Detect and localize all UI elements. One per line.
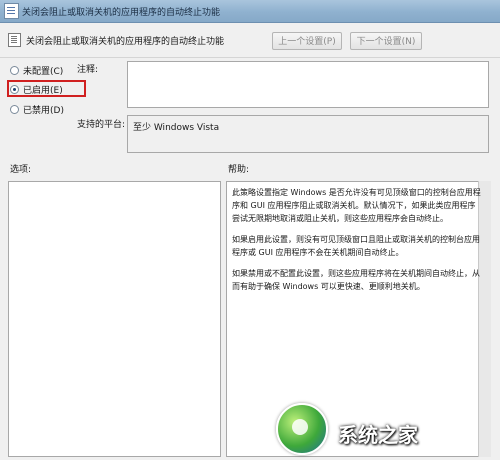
help-paragraph-2: 如果启用此设置，则没有可见顶级窗口且阻止或取消关机的控制台应用程序或 GUI 应… bbox=[232, 235, 480, 257]
options-label: 选项: bbox=[10, 165, 32, 175]
watermark-logo-icon bbox=[276, 403, 328, 455]
radio-not-configured[interactable]: 未配置(C) bbox=[10, 63, 63, 77]
radio-not-configured-label: 未配置(C) bbox=[23, 66, 64, 77]
previous-setting-button[interactable]: 上一个设置(P) bbox=[272, 32, 342, 50]
comment-label: 注释: bbox=[77, 65, 99, 75]
policy-setting-icon bbox=[8, 33, 21, 47]
platform-value: 至少 Windows Vista bbox=[133, 123, 220, 133]
window-title: 关闭会阻止或取消关机的应用程序的自动终止功能 bbox=[22, 8, 221, 18]
radio-not-configured-icon[interactable] bbox=[10, 65, 19, 75]
watermark: 系统之家 bbox=[268, 397, 500, 460]
help-paragraph-1: 此策略设置指定 Windows 是否允许没有可见顶级窗口的控制台应用程序和 GU… bbox=[232, 188, 481, 223]
watermark-text: 系统之家 bbox=[338, 423, 418, 447]
help-text: 此策略设置指定 Windows 是否允许没有可见顶级窗口的控制台应用程序和 GU… bbox=[232, 186, 482, 301]
comment-textarea[interactable] bbox=[127, 61, 489, 108]
policy-header: 关闭会阻止或取消关机的应用程序的自动终止功能 上一个设置(P) 下一个设置(N) bbox=[0, 25, 500, 58]
policy-app-icon bbox=[4, 3, 19, 19]
platform-label: 支持的平台: bbox=[77, 120, 126, 130]
help-label: 帮助: bbox=[228, 165, 250, 175]
title-bar: 关闭会阻止或取消关机的应用程序的自动终止功能 bbox=[0, 0, 500, 23]
radio-disabled-label: 已禁用(D) bbox=[23, 105, 64, 116]
radio-disabled[interactable]: 已禁用(D) bbox=[10, 102, 64, 116]
help-paragraph-3: 如果禁用或不配置此设置，则这些应用程序将在关机期间自动终止，从而有助于确保 Wi… bbox=[232, 269, 480, 291]
options-panel bbox=[8, 181, 221, 457]
red-highlight-box bbox=[7, 80, 86, 97]
policy-title: 关闭会阻止或取消关机的应用程序的自动终止功能 bbox=[26, 37, 225, 47]
radio-disabled-icon[interactable] bbox=[10, 104, 19, 114]
next-setting-button[interactable]: 下一个设置(N) bbox=[350, 32, 422, 50]
platform-box: 至少 Windows Vista bbox=[127, 115, 489, 153]
